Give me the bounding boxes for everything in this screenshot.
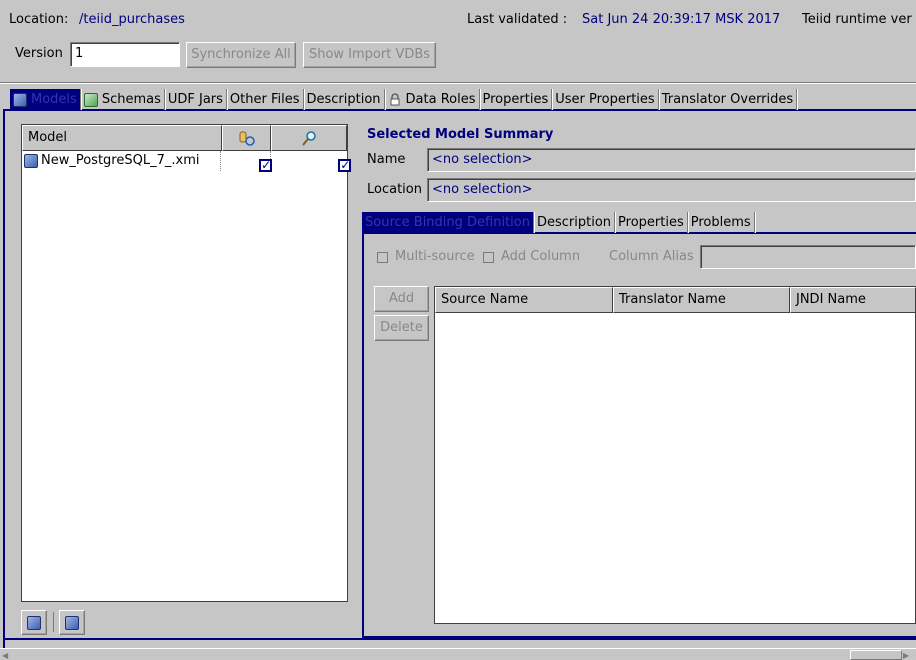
models-col-search[interactable] [271,125,347,151]
synchronize-all-button[interactable]: Synchronize All [186,42,296,68]
model-cube-icon [13,92,27,107]
column-alias-input[interactable] [700,245,916,269]
add-model-icon [27,616,41,630]
source-col-jndi-name[interactable]: JNDI Name [790,287,916,313]
source-col-translator-name[interactable]: Translator Name [613,287,790,313]
column-divider [220,151,221,171]
separator-highlight [0,83,916,84]
location-value: /teiid_purchases [79,12,185,27]
location-label: Location: [9,12,69,27]
runtime-version-label: Teiid runtime ver [802,12,912,27]
version-label: Version [15,46,63,61]
main-tabbar: Models Schemas UDF Jars Other Files Desc… [10,89,798,111]
model-visibility-icon [239,131,255,146]
column-alias-label: Column Alias [609,249,694,264]
models-col-visible[interactable] [222,125,271,151]
add-column-label: Add Column [501,249,581,264]
add-column-checkbox[interactable] [483,252,494,263]
tab-data-roles[interactable]: Data Roles [385,89,480,110]
version-input[interactable]: 1 [70,42,180,67]
multi-source-checkbox[interactable] [377,252,388,263]
tab-udf-jars[interactable]: UDF Jars [165,89,227,110]
tab-source-binding[interactable]: Source Binding Definition [362,212,534,233]
tab-user-properties[interactable]: User Properties [552,89,659,110]
remove-model-button[interactable] [59,610,85,635]
schema-cube-icon [83,92,98,107]
add-model-button[interactable] [21,610,47,635]
magnifier-icon [302,131,316,146]
table-row[interactable]: New_PostgreSQL_7_.xmi ✓ ✓ [22,151,352,172]
toolbar-separator [53,612,54,632]
summary-name-field: <no selection> [427,148,916,172]
tab-sub-properties[interactable]: Properties [615,212,688,233]
last-validated-label: Last validated : [467,12,568,27]
tab-translator-overrides[interactable]: Translator Overrides [659,89,798,110]
last-validated-value: Sat Jun 24 20:39:17 MSK 2017 [582,12,781,27]
tab-description[interactable]: Description [304,89,385,110]
summary-location-field: <no selection> [427,178,916,202]
models-table [21,124,348,602]
summary-name-label: Name [367,152,406,167]
delete-button[interactable]: Delete [374,315,429,341]
multi-source-label: Multi-source [395,249,475,264]
summary-title: Selected Model Summary [367,127,554,142]
horizontal-scrollbar[interactable]: ◀ ▶ [0,648,916,660]
main-tab-folder-bottom [3,638,916,640]
summary-location-label: Location [367,182,422,197]
source-col-source-name[interactable]: Source Name [435,287,613,313]
tab-schemas[interactable]: Schemas [81,89,165,110]
models-col-model[interactable]: Model [22,125,222,151]
model-file-name: New_PostgreSQL_7_.xmi [41,153,200,168]
tab-sub-description[interactable]: Description [534,212,616,233]
tab-problems[interactable]: Problems [688,212,755,233]
remove-model-icon [65,616,79,630]
lock-icon [388,92,402,107]
show-import-vdbs-button[interactable]: Show Import VDBs [303,42,436,68]
tab-other-files[interactable]: Other Files [227,89,304,110]
source-table [434,286,916,624]
model-search-checkbox[interactable]: ✓ [338,159,352,172]
tab-properties[interactable]: Properties [480,89,553,110]
model-file-icon [24,154,38,168]
tab-models[interactable]: Models [10,89,81,110]
model-visible-checkbox[interactable]: ✓ [259,159,273,172]
add-button[interactable]: Add [374,286,429,312]
sub-tabbar: Source Binding Definition Description Pr… [362,212,755,234]
